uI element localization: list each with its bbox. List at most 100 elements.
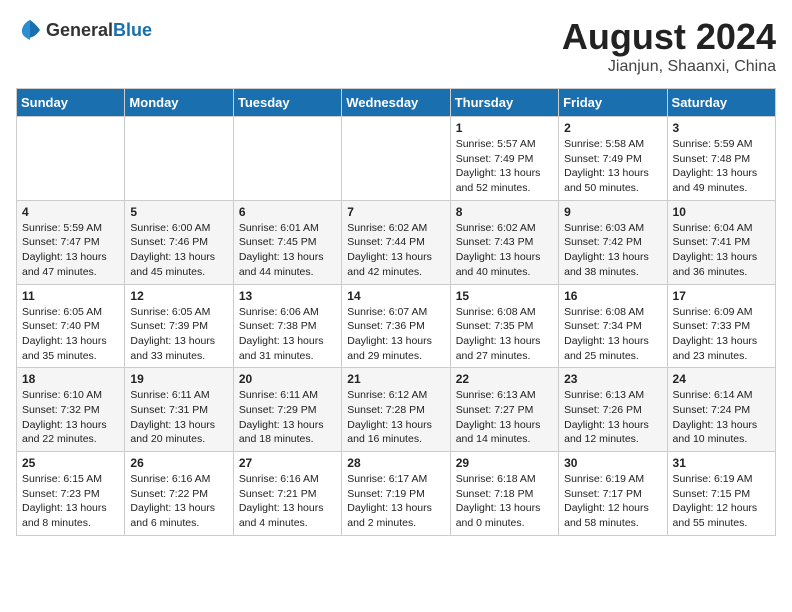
calendar-table: SundayMondayTuesdayWednesdayThursdayFrid… (16, 88, 776, 536)
day-info: Sunrise: 5:58 AMSunset: 7:49 PMDaylight:… (564, 137, 661, 196)
calendar-cell: 2 Sunrise: 5:58 AMSunset: 7:49 PMDaylight… (559, 117, 667, 201)
day-info: Sunrise: 6:03 AMSunset: 7:42 PMDaylight:… (564, 221, 661, 280)
logo-text: GeneralBlue (46, 20, 152, 41)
month-title: August 2024 (562, 16, 776, 58)
page-header: GeneralBlue August 2024 Jianjun, Shaanxi… (16, 16, 776, 76)
day-info: Sunrise: 6:16 AMSunset: 7:21 PMDaylight:… (239, 472, 336, 531)
calendar-cell: 11 Sunrise: 6:05 AMSunset: 7:40 PMDayligh… (17, 284, 125, 368)
day-info: Sunrise: 6:00 AMSunset: 7:46 PMDaylight:… (130, 221, 227, 280)
calendar-week-row: 25 Sunrise: 6:15 AMSunset: 7:23 PMDayligh… (17, 452, 776, 536)
calendar-cell: 28Sunrise: 6:17 AMSunset: 7:19 PMDayligh… (342, 452, 450, 536)
day-info: Sunrise: 6:11 AMSunset: 7:29 PMDaylight:… (239, 388, 336, 447)
calendar-week-row: 1Sunrise: 5:57 AMSunset: 7:49 PMDaylight… (17, 117, 776, 201)
calendar-cell: 17 Sunrise: 6:09 AMSunset: 7:33 PMDayligh… (667, 284, 775, 368)
calendar-week-row: 18 Sunrise: 6:10 AMSunset: 7:32 PMDayligh… (17, 368, 776, 452)
day-info: Sunrise: 5:59 AMSunset: 7:48 PMDaylight:… (673, 137, 770, 196)
calendar-cell: 25 Sunrise: 6:15 AMSunset: 7:23 PMDayligh… (17, 452, 125, 536)
day-info: Sunrise: 6:01 AMSunset: 7:45 PMDaylight:… (239, 221, 336, 280)
day-number: 12 (130, 289, 227, 303)
day-number: 27 (239, 456, 336, 470)
weekday-header: Tuesday (233, 89, 341, 117)
day-number: 18 (22, 372, 119, 386)
logo: GeneralBlue (16, 16, 152, 44)
day-info: Sunrise: 6:08 AMSunset: 7:35 PMDaylight:… (456, 305, 553, 364)
calendar-cell: 22 Sunrise: 6:13 AMSunset: 7:27 PMDayligh… (450, 368, 558, 452)
day-number: 2 (564, 121, 661, 135)
calendar-cell: 7 Sunrise: 6:02 AMSunset: 7:44 PMDaylight… (342, 200, 450, 284)
weekday-header: Saturday (667, 89, 775, 117)
day-number: 23 (564, 372, 661, 386)
calendar-cell: 26 Sunrise: 6:16 AMSunset: 7:22 PMDayligh… (125, 452, 233, 536)
calendar-cell: 23Sunrise: 6:13 AMSunset: 7:26 PMDayligh… (559, 368, 667, 452)
day-number: 5 (130, 205, 227, 219)
calendar-week-row: 11 Sunrise: 6:05 AMSunset: 7:40 PMDayligh… (17, 284, 776, 368)
day-number: 22 (456, 372, 553, 386)
day-number: 11 (22, 289, 119, 303)
day-number: 30 (564, 456, 661, 470)
calendar-cell: 16 Sunrise: 6:08 AMSunset: 7:34 PMDayligh… (559, 284, 667, 368)
day-info: Sunrise: 6:19 AMSunset: 7:17 PMDaylight:… (564, 472, 661, 531)
day-info: Sunrise: 6:16 AMSunset: 7:22 PMDaylight:… (130, 472, 227, 531)
day-info: Sunrise: 6:07 AMSunset: 7:36 PMDaylight:… (347, 305, 444, 364)
day-info: Sunrise: 6:12 AMSunset: 7:28 PMDaylight:… (347, 388, 444, 447)
calendar-cell: 30 Sunrise: 6:19 AMSunset: 7:17 PMDayligh… (559, 452, 667, 536)
day-number: 29 (456, 456, 553, 470)
calendar-cell: 6 Sunrise: 6:01 AMSunset: 7:45 PMDaylight… (233, 200, 341, 284)
calendar-cell: 10Sunrise: 6:04 AMSunset: 7:41 PMDayligh… (667, 200, 775, 284)
day-number: 10 (673, 205, 770, 219)
calendar-cell (17, 117, 125, 201)
day-number: 13 (239, 289, 336, 303)
day-number: 25 (22, 456, 119, 470)
day-number: 17 (673, 289, 770, 303)
day-number: 20 (239, 372, 336, 386)
day-number: 9 (564, 205, 661, 219)
day-info: Sunrise: 6:13 AMSunset: 7:27 PMDaylight:… (456, 388, 553, 447)
weekday-header: Wednesday (342, 89, 450, 117)
day-number: 24 (673, 372, 770, 386)
day-info: Sunrise: 6:02 AMSunset: 7:44 PMDaylight:… (347, 221, 444, 280)
weekday-header: Friday (559, 89, 667, 117)
calendar-cell: 9 Sunrise: 6:03 AMSunset: 7:42 PMDaylight… (559, 200, 667, 284)
day-info: Sunrise: 6:08 AMSunset: 7:34 PMDaylight:… (564, 305, 661, 364)
calendar-cell: 14 Sunrise: 6:07 AMSunset: 7:36 PMDayligh… (342, 284, 450, 368)
calendar-cell: 8Sunrise: 6:02 AMSunset: 7:43 PMDaylight… (450, 200, 558, 284)
day-number: 6 (239, 205, 336, 219)
calendar-cell (233, 117, 341, 201)
day-info: Sunrise: 5:59 AMSunset: 7:47 PMDaylight:… (22, 221, 119, 280)
day-number: 15 (456, 289, 553, 303)
weekday-header: Monday (125, 89, 233, 117)
day-info: Sunrise: 6:09 AMSunset: 7:33 PMDaylight:… (673, 305, 770, 364)
calendar-cell: 20 Sunrise: 6:11 AMSunset: 7:29 PMDayligh… (233, 368, 341, 452)
calendar-cell: 5 Sunrise: 6:00 AMSunset: 7:46 PMDaylight… (125, 200, 233, 284)
calendar-cell: 18 Sunrise: 6:10 AMSunset: 7:32 PMDayligh… (17, 368, 125, 452)
calendar-cell: 15 Sunrise: 6:08 AMSunset: 7:35 PMDayligh… (450, 284, 558, 368)
day-info: Sunrise: 6:05 AMSunset: 7:40 PMDaylight:… (22, 305, 119, 364)
location: Jianjun, Shaanxi, China (562, 58, 776, 76)
calendar-week-row: 4 Sunrise: 5:59 AMSunset: 7:47 PMDaylight… (17, 200, 776, 284)
day-number: 19 (130, 372, 227, 386)
title-block: August 2024 Jianjun, Shaanxi, China (562, 16, 776, 76)
calendar-cell: 1Sunrise: 5:57 AMSunset: 7:49 PMDaylight… (450, 117, 558, 201)
calendar-cell: 4 Sunrise: 5:59 AMSunset: 7:47 PMDaylight… (17, 200, 125, 284)
day-info: Sunrise: 5:57 AMSunset: 7:49 PMDaylight:… (456, 137, 553, 196)
day-info: Sunrise: 6:14 AMSunset: 7:24 PMDaylight:… (673, 388, 770, 447)
weekday-header-row: SundayMondayTuesdayWednesdayThursdayFrid… (17, 89, 776, 117)
day-number: 31 (673, 456, 770, 470)
calendar-cell (342, 117, 450, 201)
calendar-cell: 27 Sunrise: 6:16 AMSunset: 7:21 PMDayligh… (233, 452, 341, 536)
day-number: 7 (347, 205, 444, 219)
day-info: Sunrise: 6:11 AMSunset: 7:31 PMDaylight:… (130, 388, 227, 447)
weekday-header: Sunday (17, 89, 125, 117)
day-number: 16 (564, 289, 661, 303)
day-info: Sunrise: 6:15 AMSunset: 7:23 PMDaylight:… (22, 472, 119, 531)
day-info: Sunrise: 6:10 AMSunset: 7:32 PMDaylight:… (22, 388, 119, 447)
day-info: Sunrise: 6:05 AMSunset: 7:39 PMDaylight:… (130, 305, 227, 364)
calendar-cell (125, 117, 233, 201)
day-number: 4 (22, 205, 119, 219)
day-number: 26 (130, 456, 227, 470)
day-info: Sunrise: 6:19 AMSunset: 7:15 PMDaylight:… (673, 472, 770, 531)
day-number: 14 (347, 289, 444, 303)
calendar-cell: 31 Sunrise: 6:19 AMSunset: 7:15 PMDayligh… (667, 452, 775, 536)
day-number: 8 (456, 205, 553, 219)
calendar-cell: 13Sunrise: 6:06 AMSunset: 7:38 PMDayligh… (233, 284, 341, 368)
